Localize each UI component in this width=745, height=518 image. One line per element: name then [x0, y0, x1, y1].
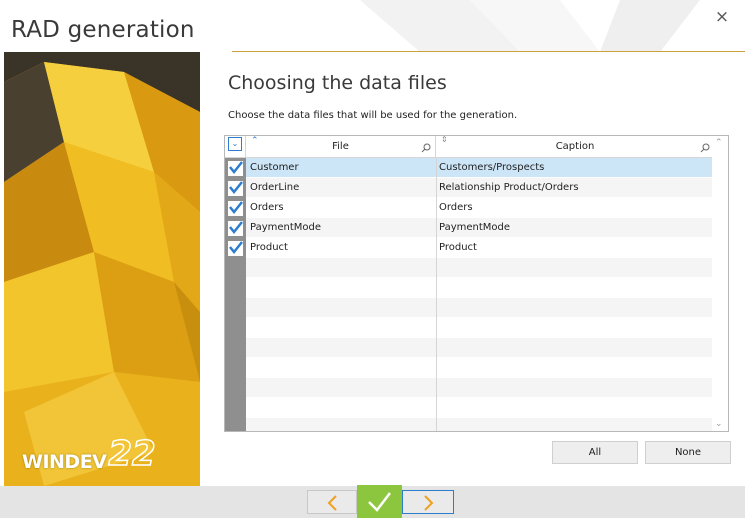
checkmark-icon [229, 221, 243, 235]
search-icon[interactable] [700, 143, 710, 153]
chevron-left-icon [327, 495, 337, 511]
table-row[interactable]: Customer Customers/Prospects [246, 158, 714, 178]
chevron-right-icon [424, 495, 434, 511]
empty-row [246, 398, 714, 418]
row-checkbox[interactable] [225, 238, 246, 258]
banner-artwork [4, 52, 200, 486]
vertical-scrollbar[interactable]: ⌃ ⌄ [712, 136, 728, 431]
file-column-label: File [332, 141, 349, 152]
empty-row [246, 338, 714, 358]
caption-cell: PaymentMode [439, 222, 511, 233]
check-all-header[interactable]: ⌄ [225, 136, 246, 158]
table-row[interactable]: OrderLine Relationship Product/Orders [246, 178, 714, 198]
logo-text: WINDEV [22, 451, 107, 473]
file-cell: PaymentMode [250, 222, 322, 233]
empty-row [246, 358, 714, 378]
select-all-button[interactable]: All [552, 441, 638, 464]
row-checkbox[interactable] [225, 178, 246, 198]
empty-row [246, 318, 714, 338]
file-cell: Orders [250, 202, 284, 213]
row-checkboxes [225, 158, 246, 258]
column-divider [436, 158, 437, 431]
scroll-up-icon[interactable]: ⌃ [715, 138, 723, 148]
caption-cell: Orders [439, 202, 473, 213]
row-checkbox[interactable] [225, 218, 246, 238]
table-row[interactable]: Product Product [246, 238, 714, 258]
empty-row [246, 298, 714, 318]
search-icon[interactable] [421, 143, 431, 153]
next-button[interactable] [402, 490, 454, 514]
scroll-down-icon[interactable]: ⌄ [715, 419, 723, 429]
title-bar: RAD generation × [0, 0, 745, 52]
empty-row [246, 258, 714, 278]
checkmark-icon [229, 161, 243, 175]
checkmark-icon [229, 181, 243, 195]
side-banner: WINDEV 22 [4, 52, 200, 486]
file-cell: Product [250, 242, 288, 253]
select-none-button[interactable]: None [645, 441, 731, 464]
close-button[interactable]: × [711, 6, 733, 28]
checkmark-icon [229, 241, 243, 255]
title-underline [232, 51, 745, 52]
file-column-header[interactable]: ⌃ File [246, 136, 436, 158]
empty-row [246, 418, 714, 431]
empty-row [246, 278, 714, 298]
finish-button[interactable] [357, 485, 402, 518]
caption-column-label: Caption [555, 141, 595, 152]
empty-row [246, 378, 714, 398]
caption-column-header[interactable]: ⇕ Caption [436, 136, 714, 158]
windev-logo: WINDEV 22 [22, 429, 157, 474]
page-heading: Choosing the data files [228, 72, 447, 94]
chevron-down-icon[interactable]: ⌄ [228, 137, 242, 151]
window-title: RAD generation [11, 17, 195, 43]
file-cell: Customer [250, 162, 299, 173]
table-row[interactable]: PaymentMode PaymentMode [246, 218, 714, 238]
table-rows: Customer Customers/Prospects OrderLine R… [246, 158, 714, 431]
data-files-table[interactable]: ⌄ ⌃ File ⇕ Caption Customer Customers/Pr… [224, 135, 729, 432]
page-subheading: Choose the data files that will be used … [228, 110, 518, 121]
caption-cell: Product [439, 242, 477, 253]
checkmark-icon [368, 492, 391, 512]
file-cell: OrderLine [250, 182, 300, 193]
row-checkbox[interactable] [225, 198, 246, 218]
caption-cell: Customers/Prospects [439, 162, 545, 173]
table-row[interactable]: Orders Orders [246, 198, 714, 218]
logo-version: 22 [108, 434, 157, 474]
checkmark-icon [229, 201, 243, 215]
previous-button[interactable] [307, 490, 357, 514]
caption-cell: Relationship Product/Orders [439, 182, 579, 193]
row-checkbox[interactable] [225, 158, 246, 178]
